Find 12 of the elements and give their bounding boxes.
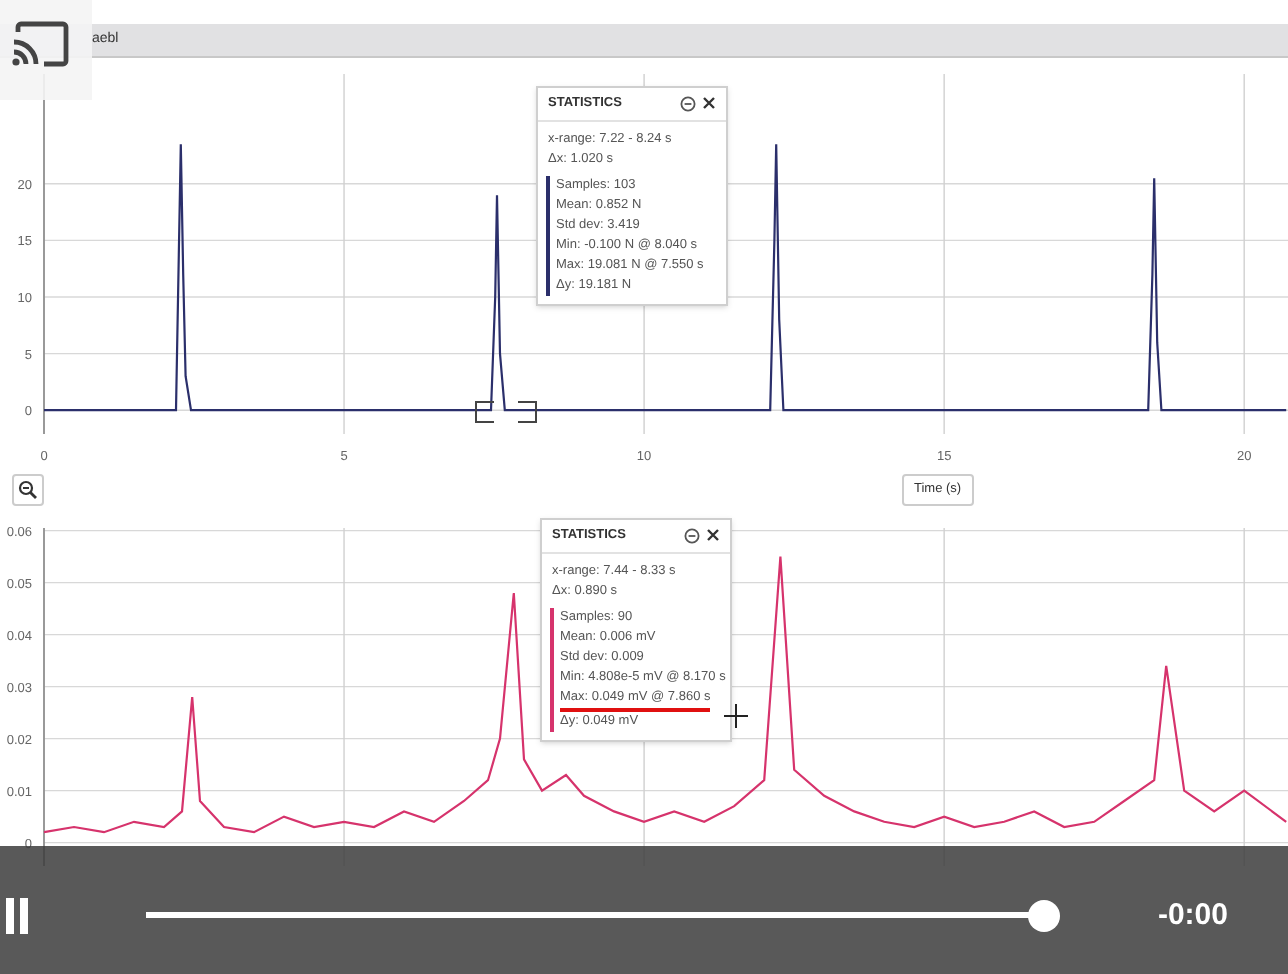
close-icon[interactable] (702, 96, 716, 111)
remaining-time: -0:00 (1157, 895, 1228, 936)
crosshair-cursor-icon (724, 704, 748, 728)
seek-slider[interactable] (146, 900, 1060, 932)
close-icon[interactable] (706, 528, 720, 543)
magnifier-icon (18, 480, 38, 500)
zoom-out-button[interactable] (12, 474, 44, 506)
seek-thumb[interactable] (1028, 900, 1060, 932)
minimize-icon[interactable] (684, 527, 700, 544)
cast-icon[interactable] (10, 20, 70, 68)
pause-button[interactable] (4, 896, 32, 936)
minimize-icon[interactable] (680, 95, 696, 112)
